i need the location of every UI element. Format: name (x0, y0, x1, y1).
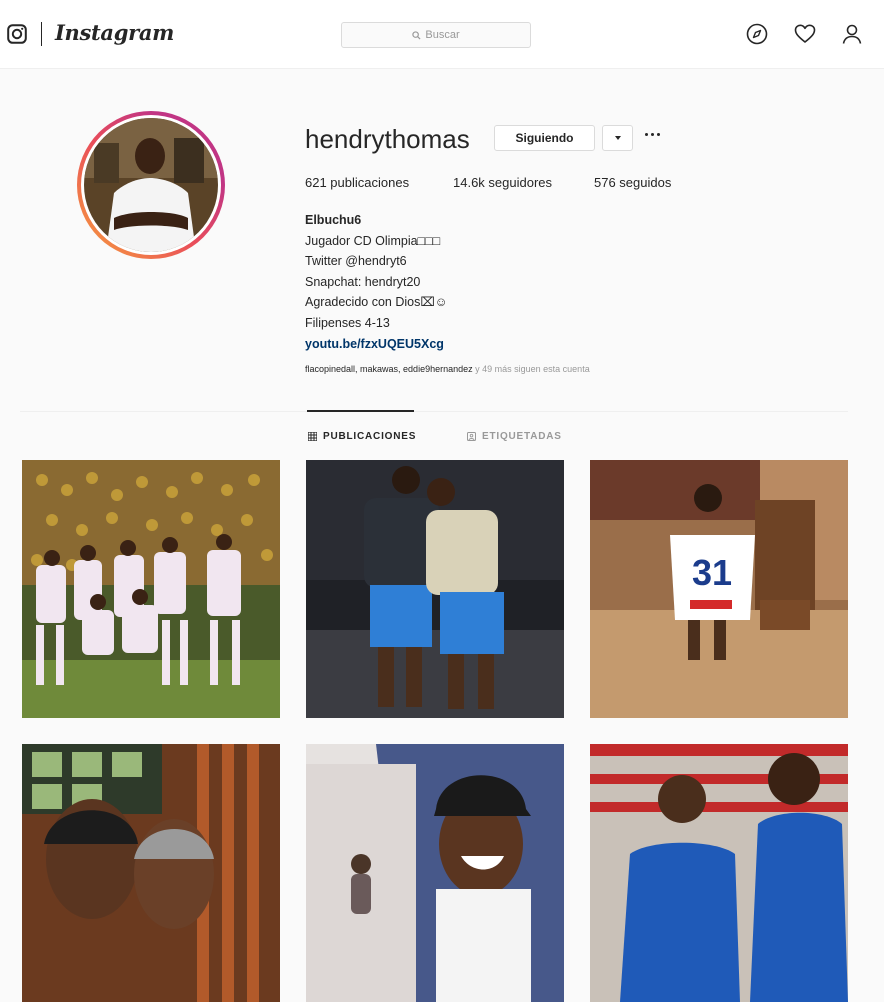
profile-bio: Elbuchu6 Jugador CD Olimpia□□□ Twitter @… (305, 210, 448, 354)
avatar-photo-frame (81, 115, 221, 255)
suggestions-dropdown-button[interactable] (602, 125, 633, 151)
tab-tagged-label: ETIQUETADAS (482, 431, 562, 442)
profile-person-icon[interactable] (841, 23, 863, 45)
search-input[interactable]: Buscar (341, 22, 531, 48)
post-thumbnail[interactable] (306, 460, 564, 718)
post-thumbnail[interactable] (22, 744, 280, 1002)
caret-down-icon (614, 136, 621, 140)
activity-heart-icon[interactable] (794, 23, 816, 45)
search-icon (412, 30, 421, 40)
team-photo (22, 460, 280, 718)
boy-with-jersey-photo: 31 (590, 460, 848, 718)
post-thumbnail[interactable] (22, 460, 280, 718)
tab-posts[interactable]: PUBLICACIONES (308, 431, 416, 442)
post-thumbnail[interactable] (306, 744, 564, 1002)
followed-by-summary[interactable]: flacopinedall, makawas, eddie9hernandez … (305, 364, 590, 374)
selfie-photo (22, 744, 280, 1002)
tab-tagged[interactable]: ETIQUETADAS (467, 431, 562, 442)
post-thumbnail[interactable]: 31 (590, 460, 848, 718)
active-tab-indicator (307, 410, 414, 412)
grid-icon (308, 432, 317, 441)
bio-line: Twitter @hendryt6 (305, 254, 407, 269)
followed-by-suffix: y 49 más siguen esta cuenta (472, 364, 590, 374)
players-blue-kit-photo (590, 744, 848, 1002)
logo-divider (41, 22, 42, 46)
followers-count[interactable]: 14.6k seguidores (453, 175, 552, 190)
search-placeholder: Buscar (425, 29, 460, 41)
bio-line: Filipenses 4-13 (305, 315, 390, 330)
post-thumbnail[interactable] (590, 744, 848, 1002)
instagram-camera-icon[interactable] (7, 24, 27, 44)
profile-username: hendrythomas (305, 124, 470, 154)
bio-line: Agradecido con Dios⌧☺ (305, 295, 448, 310)
more-options-button[interactable] (645, 128, 660, 141)
posts-count: 621 publicaciones (305, 175, 410, 190)
tabs-divider (20, 411, 848, 412)
dot (645, 133, 648, 136)
bio-line: Snapchat: hendryt20 (305, 274, 421, 289)
profile-avatar[interactable] (77, 111, 225, 259)
two-men-night-photo (306, 460, 564, 718)
tagged-person-icon (467, 432, 476, 441)
smiling-man-cap-photo (306, 744, 564, 1002)
bio-line: Jugador CD Olimpia□□□ (305, 233, 441, 248)
tab-posts-label: PUBLICACIONES (323, 431, 417, 442)
explore-compass-icon[interactable] (746, 23, 768, 45)
dot (657, 133, 660, 136)
following-count[interactable]: 576 seguidos (594, 175, 671, 190)
followed-by-names: flacopinedall, makawas, eddie9hernandez (305, 364, 473, 374)
top-navbar: Instagram Buscar (0, 0, 884, 69)
following-button[interactable]: Siguiendo (494, 125, 595, 151)
bio-website-link[interactable]: youtu.be/fzxUQEU5Xcg (305, 334, 448, 355)
avatar-photo (84, 118, 218, 252)
jersey-number: 31 (692, 552, 732, 593)
dot (651, 133, 654, 136)
instagram-wordmark[interactable]: Instagram (55, 20, 174, 45)
profile-full-name: Elbuchu6 (305, 213, 362, 227)
